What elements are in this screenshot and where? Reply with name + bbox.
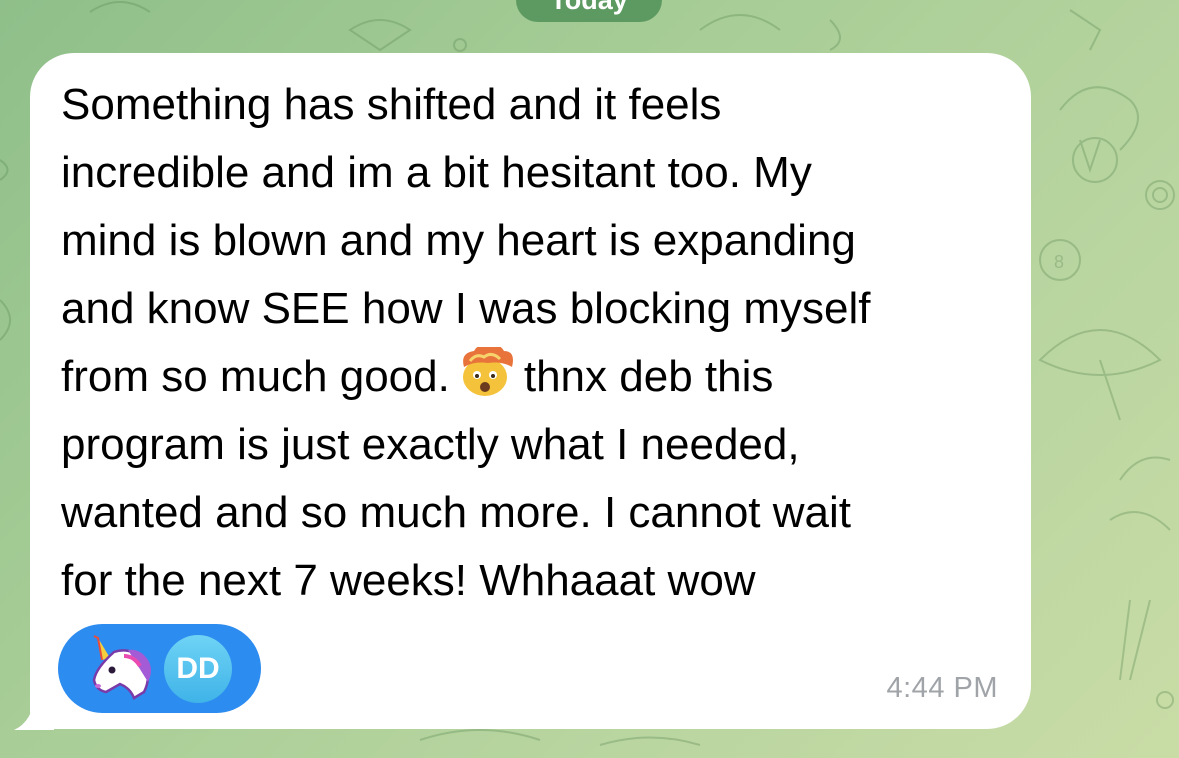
chat-screen: { "date_separator": "Today", "message": … (0, 0, 1179, 758)
date-separator-pill: Today (516, 0, 662, 22)
reaction-pill[interactable]: DD (58, 624, 261, 713)
exploding-head-emoji-icon (462, 347, 513, 396)
message-bubble[interactable]: Something has shifted and it feels incre… (30, 53, 1031, 729)
unicorn-icon (92, 635, 151, 700)
message-timestamp: 4:44 PM (886, 672, 998, 704)
svg-text:8: 8 (1054, 252, 1064, 272)
reactor-avatar[interactable]: DD (164, 635, 232, 703)
message-text: Something has shifted and it feels incre… (61, 71, 1001, 615)
